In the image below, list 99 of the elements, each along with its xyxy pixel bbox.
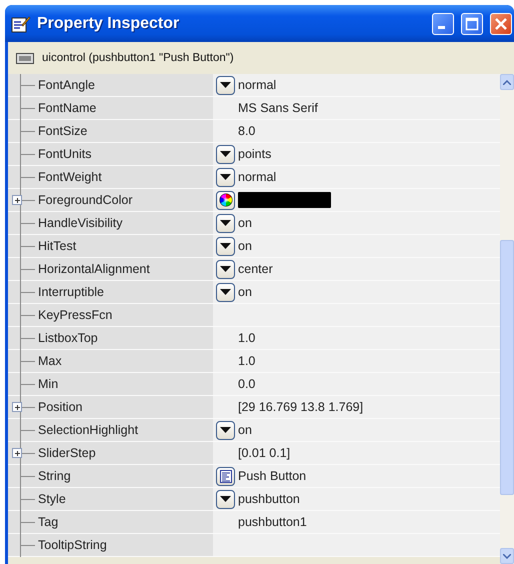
property-name: Interruptible [38, 285, 104, 299]
text-editor-button[interactable] [216, 466, 235, 486]
caret-icon [220, 266, 231, 272]
property-name: SliderStep [38, 446, 96, 460]
dropdown-button[interactable] [216, 260, 235, 278]
color-wheel-icon [218, 193, 232, 207]
property-value[interactable]: pushbutton1 [238, 515, 307, 529]
value-cell[interactable]: [29 16.769 13.8 1.769] [213, 396, 500, 418]
minimize-button[interactable] [432, 12, 454, 34]
property-value[interactable]: [0.01 0.1] [238, 446, 290, 460]
pushbutton-icon [16, 52, 34, 64]
property-name: HorizontalAlignment [38, 262, 150, 276]
property-name: String [38, 469, 71, 483]
value-cell[interactable]: normal [213, 166, 500, 188]
property-value[interactable]: 0.0 [238, 377, 256, 391]
property-value[interactable]: on [238, 216, 252, 230]
value-cell[interactable]: normal [213, 74, 500, 96]
property-value[interactable]: pushbutton [238, 492, 300, 506]
property-value[interactable]: 1.0 [238, 331, 256, 345]
property-value[interactable]: on [238, 423, 252, 437]
value-cell[interactable]: 1.0 [213, 327, 500, 349]
property-name: ForegroundColor [38, 193, 132, 207]
property-name: Position [38, 400, 82, 414]
text-lines-icon [220, 470, 232, 482]
property-name: FontAngle [38, 78, 95, 92]
property-value[interactable]: normal [238, 78, 276, 92]
dropdown-button[interactable] [216, 420, 235, 440]
value-cell[interactable]: 0.0 [213, 373, 500, 395]
scroll-down-button[interactable] [500, 548, 514, 564]
property-name: Min [38, 377, 58, 391]
caret-icon [220, 243, 231, 249]
expand-icon[interactable] [12, 402, 22, 412]
object-label: uicontrol (pushbutton1 "Push Button") [42, 52, 234, 64]
value-cell[interactable]: [0.01 0.1] [213, 442, 500, 464]
property-value[interactable]: 8.0 [238, 124, 256, 138]
value-cell[interactable]: center [213, 258, 500, 280]
caret-icon [220, 427, 231, 433]
property-value[interactable]: on [238, 239, 252, 253]
property-name: FontUnits [38, 147, 92, 161]
caret-icon [220, 289, 231, 295]
caret-icon [220, 174, 231, 180]
close-icon [494, 16, 508, 30]
value-cell[interactable]: pushbutton1 [213, 511, 500, 533]
value-cell[interactable]: on [213, 212, 500, 234]
value-cell[interactable] [213, 534, 500, 556]
property-name: HitTest [38, 239, 76, 253]
value-cell[interactable]: 8.0 [213, 120, 500, 142]
property-value[interactable]: MS Sans Serif [238, 101, 318, 115]
property-name: KeyPressFcn [38, 308, 112, 322]
inspector-icon [11, 14, 31, 32]
maximize-icon [465, 16, 479, 30]
value-cell[interactable]: MS Sans Serif [213, 97, 500, 119]
property-name: SelectionHighlight [38, 423, 138, 437]
value-cell[interactable]: on [213, 235, 500, 257]
value-cell[interactable] [213, 189, 500, 211]
caret-icon [220, 496, 231, 502]
property-name: Tag [38, 515, 58, 529]
dropdown-button[interactable] [216, 168, 235, 186]
caret-icon [220, 82, 231, 88]
property-name: FontName [38, 101, 96, 115]
expand-icon[interactable] [12, 448, 22, 458]
property-value[interactable]: points [238, 147, 272, 161]
dropdown-button[interactable] [216, 490, 235, 508]
dropdown-button[interactable] [216, 214, 235, 232]
property-name: FontWeight [38, 170, 102, 184]
property-value[interactable]: 1.0 [238, 354, 256, 368]
maximize-button[interactable] [461, 12, 483, 34]
dropdown-button[interactable] [216, 76, 235, 94]
color-picker-button[interactable] [216, 190, 235, 210]
property-value[interactable]: [29 16.769 13.8 1.769] [238, 400, 364, 414]
value-cell[interactable]: on [213, 419, 500, 441]
dropdown-button[interactable] [216, 282, 235, 302]
value-cell[interactable] [213, 304, 500, 326]
property-name: Max [38, 354, 62, 368]
close-button[interactable] [490, 12, 512, 34]
dropdown-button[interactable] [216, 236, 235, 256]
property-name: FontSize [38, 124, 88, 138]
caret-icon [220, 151, 231, 157]
value-cell[interactable]: on [213, 281, 500, 303]
scroll-thumb[interactable] [500, 240, 514, 495]
dropdown-button[interactable] [216, 144, 235, 164]
scrollbar[interactable] [500, 74, 514, 564]
minimize-icon [438, 26, 445, 28]
property-value[interactable]: center [238, 262, 273, 276]
property-value[interactable]: Push Button [238, 469, 306, 483]
property-value[interactable]: normal [238, 170, 276, 184]
value-cell[interactable]: points [213, 143, 500, 165]
caret-icon [220, 220, 231, 226]
property-value[interactable]: on [238, 285, 252, 299]
property-name: Style [38, 492, 66, 506]
window-title: Property Inspector [37, 14, 180, 32]
scroll-up-button[interactable] [500, 74, 514, 90]
expand-icon[interactable] [12, 195, 22, 205]
value-cell[interactable]: pushbutton [213, 488, 500, 510]
value-cell[interactable]: 1.0 [213, 350, 500, 372]
property-name: HandleVisibility [38, 216, 123, 230]
property-name: TooltipString [38, 538, 107, 552]
value-cell[interactable]: Push Button [213, 465, 500, 487]
property-name: ListboxTop [38, 331, 98, 345]
